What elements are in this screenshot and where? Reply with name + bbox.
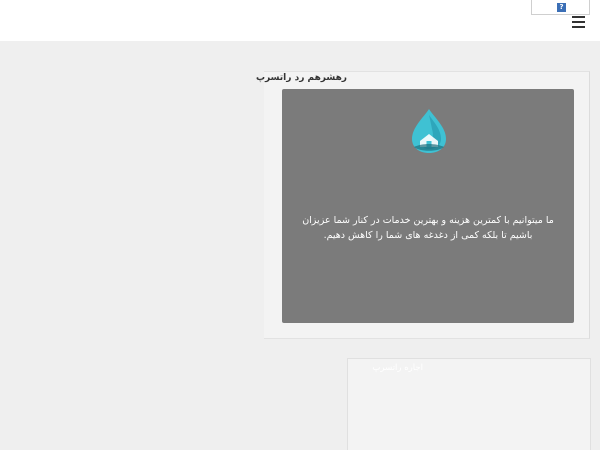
panel-text-line-1: ما میتوانیم با کمترین هزینه و بهترین خدم… [302,215,554,226]
panel-description: ما میتوانیم با کمترین هزینه و بهترین خدم… [282,213,574,243]
top-header: ? [0,0,600,41]
card-title: رهشرهم رد راتسرپ [256,73,347,83]
language-selector[interactable]: ? [531,0,590,15]
menu-bar-middle [572,21,585,23]
info-panel: ما میتوانیم با کمترین هزینه و بهترین خدم… [282,89,574,323]
menu-bar-top [572,16,585,18]
water-drop-house-logo-icon [412,109,446,153]
second-card-title: اجاره راتسرپ [372,363,423,373]
panel-text-line-2: باشیم تا بلکه کمی از دغدغه های شما را کا… [323,230,533,241]
language-flag-icon: ? [557,3,566,12]
menu-bar-bottom [572,26,585,28]
hamburger-menu-icon[interactable] [572,16,585,28]
